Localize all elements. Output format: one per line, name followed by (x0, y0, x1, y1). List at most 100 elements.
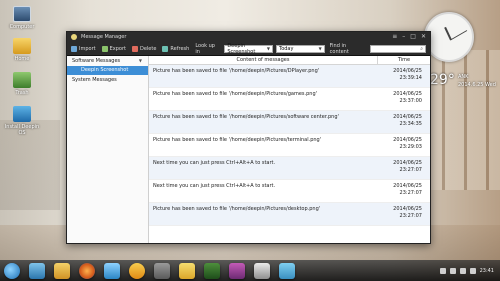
table-row[interactable]: Picture has been saved to file '/home/de… (149, 203, 430, 226)
close-icon[interactable]: ✕ (421, 32, 426, 42)
refresh-button[interactable]: Refresh (162, 45, 190, 52)
chevron-down-icon: ▼ (138, 58, 142, 63)
desktop-icon-home[interactable]: Home (4, 38, 40, 62)
import-label: Import (79, 45, 96, 52)
weather-temperature: 29° (430, 72, 455, 88)
message-date: 2014/06/25 (393, 137, 422, 143)
desktop-icon-computer[interactable]: Computer (4, 6, 40, 30)
message-manager-window: Message Manager ≡ – □ ✕ Import Export De… (66, 31, 431, 244)
sidebar-group-label: System Messages (72, 77, 117, 83)
video-player-icon[interactable] (229, 262, 245, 279)
delete-label: Delete (139, 45, 157, 52)
settings-icon[interactable] (254, 262, 270, 279)
message-date: 2014/06/25 (393, 160, 422, 166)
message-clock: 23:27:07 (399, 167, 422, 173)
message-table: Content of messages Time Picture has bee… (149, 56, 430, 243)
message-time: 2014/06/25 23:39:14 (378, 65, 430, 87)
desktop-icon[interactable] (29, 262, 45, 279)
chevron-down-icon: ▼ (318, 46, 322, 51)
export-button[interactable]: Export (101, 45, 126, 52)
browser-icon[interactable] (79, 262, 95, 279)
chevron-down-icon: ▼ (266, 46, 270, 51)
message-time: 2014/06/25 23:27:07 (378, 157, 430, 179)
message-clock: 23:29:03 (399, 144, 422, 150)
table-row[interactable]: Next time you can just press Ctrl+Alt+A … (149, 157, 430, 180)
lookup-select[interactable]: Deepin Screenshot ▼ (224, 42, 273, 55)
message-clock: 23:37:00 (399, 98, 422, 104)
weather-date: 2014.6.25 Wed (458, 82, 496, 88)
desktop-icon-install[interactable]: Install Deepin OS (4, 106, 40, 136)
desktop-icon-label: Computer (9, 24, 35, 30)
date-select[interactable]: Today ▼ (275, 44, 325, 53)
table-row[interactable]: Next time you can just press Ctrl+Alt+A … (149, 180, 430, 203)
export-label: Export (109, 45, 126, 52)
message-content: Picture has been saved to file '/home/de… (153, 68, 320, 74)
desktop-icon-trash[interactable]: Trash (4, 72, 40, 96)
launcher-icon[interactable] (4, 262, 20, 279)
notification-icon[interactable] (469, 267, 476, 274)
delete-button[interactable]: Delete (131, 45, 157, 52)
search-input[interactable] (372, 45, 421, 52)
table-row[interactable]: Picture has been saved to file '/home/de… (149, 134, 430, 157)
wallpaper-window (420, 50, 500, 190)
message-content: Picture has been saved to file '/home/de… (153, 91, 317, 97)
system-tray: 23:41 (439, 267, 500, 274)
search-icon[interactable]: ⌕ (420, 46, 423, 52)
file-manager-icon[interactable] (54, 262, 70, 279)
window-title: Message Manager (81, 34, 127, 40)
lookup-label: Look up in (195, 42, 215, 55)
table-row[interactable]: Picture has been saved to file '/home/de… (149, 111, 430, 134)
chat-icon[interactable] (129, 262, 145, 279)
message-content: Picture has been saved to file '/home/de… (153, 206, 321, 212)
refresh-label: Refresh (170, 45, 190, 52)
message-clock: 23:27:07 (399, 213, 422, 219)
window-titlebar[interactable]: Message Manager ≡ – □ ✕ (67, 32, 430, 42)
weather-city: ANK (458, 74, 469, 80)
window-body: Software Messages ▼ Deepin Screenshot Sy… (67, 56, 430, 243)
clock-widget (424, 12, 474, 62)
delete-icon (131, 45, 138, 52)
sidebar-group-software[interactable]: Software Messages ▼ (67, 56, 148, 66)
message-time: 2014/06/25 23:29:03 (378, 134, 430, 156)
table-row[interactable]: Picture has been saved to file '/home/de… (149, 65, 430, 88)
maximize-icon[interactable]: □ (410, 32, 416, 42)
dock: 23:41 (0, 260, 500, 281)
message-clock: 23:27:07 (399, 190, 422, 196)
computer-icon (13, 6, 31, 22)
column-header-time[interactable]: Time (378, 56, 430, 64)
installer-icon (13, 106, 31, 122)
trash-dock-icon[interactable] (279, 262, 295, 279)
import-icon (71, 45, 77, 52)
trash-icon (13, 72, 31, 88)
message-date: 2014/06/25 (393, 206, 422, 212)
image-viewer-icon[interactable] (204, 262, 220, 279)
message-content: Next time you can just press Ctrl+Alt+A … (153, 160, 276, 166)
search-field[interactable]: ⌕ (369, 44, 426, 53)
desktop-icon-label: Home (14, 56, 30, 62)
desktop-icon-label: Install Deepin OS (4, 124, 40, 136)
weather-widget: 29° ANK 2014.6.25 Wed (428, 72, 500, 94)
message-content: Picture has been saved to file '/home/de… (153, 114, 339, 120)
volume-icon[interactable] (449, 267, 456, 274)
battery-icon[interactable] (459, 267, 466, 274)
tray-clock[interactable]: 23:41 (480, 268, 494, 274)
software-center-icon[interactable] (179, 262, 195, 279)
message-clock: 23:34:35 (399, 121, 422, 127)
message-date: 2014/06/25 (393, 91, 422, 97)
sidebar-item-deepin-screenshot[interactable]: Deepin Screenshot (67, 66, 148, 75)
import-button[interactable]: Import (71, 45, 96, 52)
column-header-content[interactable]: Content of messages (149, 56, 378, 64)
find-label: Find in content (329, 42, 349, 55)
date-value: Today (278, 45, 294, 52)
sidebar-group-label: Software Messages (72, 58, 121, 64)
table-row[interactable]: Picture has been saved to file '/home/de… (149, 88, 430, 111)
lookup-value: Deepin Screenshot (227, 42, 256, 55)
menu-icon[interactable]: ≡ (392, 32, 397, 42)
music-player-icon[interactable] (104, 262, 120, 279)
terminal-icon[interactable] (154, 262, 170, 279)
export-icon (101, 45, 108, 52)
sidebar-group-system[interactable]: System Messages (67, 75, 148, 85)
network-icon[interactable] (439, 267, 446, 274)
minimize-icon[interactable]: – (402, 32, 405, 42)
sidebar-item-label: Deepin Screenshot (81, 67, 129, 73)
